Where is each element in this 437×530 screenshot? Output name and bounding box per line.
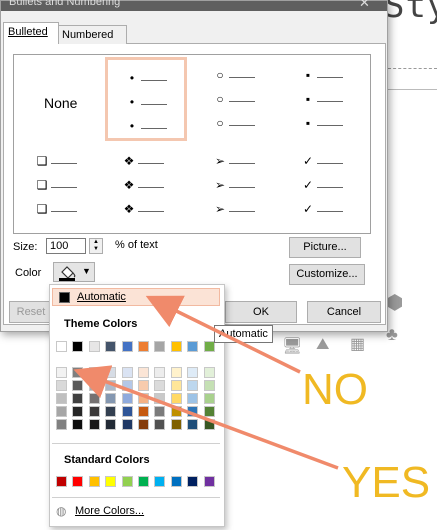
yes-annotation: YES <box>342 458 431 507</box>
no-annotation: NO <box>302 365 368 414</box>
annotation-arrows <box>73 295 339 470</box>
yes-arrow <box>73 365 339 470</box>
no-arrow <box>145 295 301 374</box>
